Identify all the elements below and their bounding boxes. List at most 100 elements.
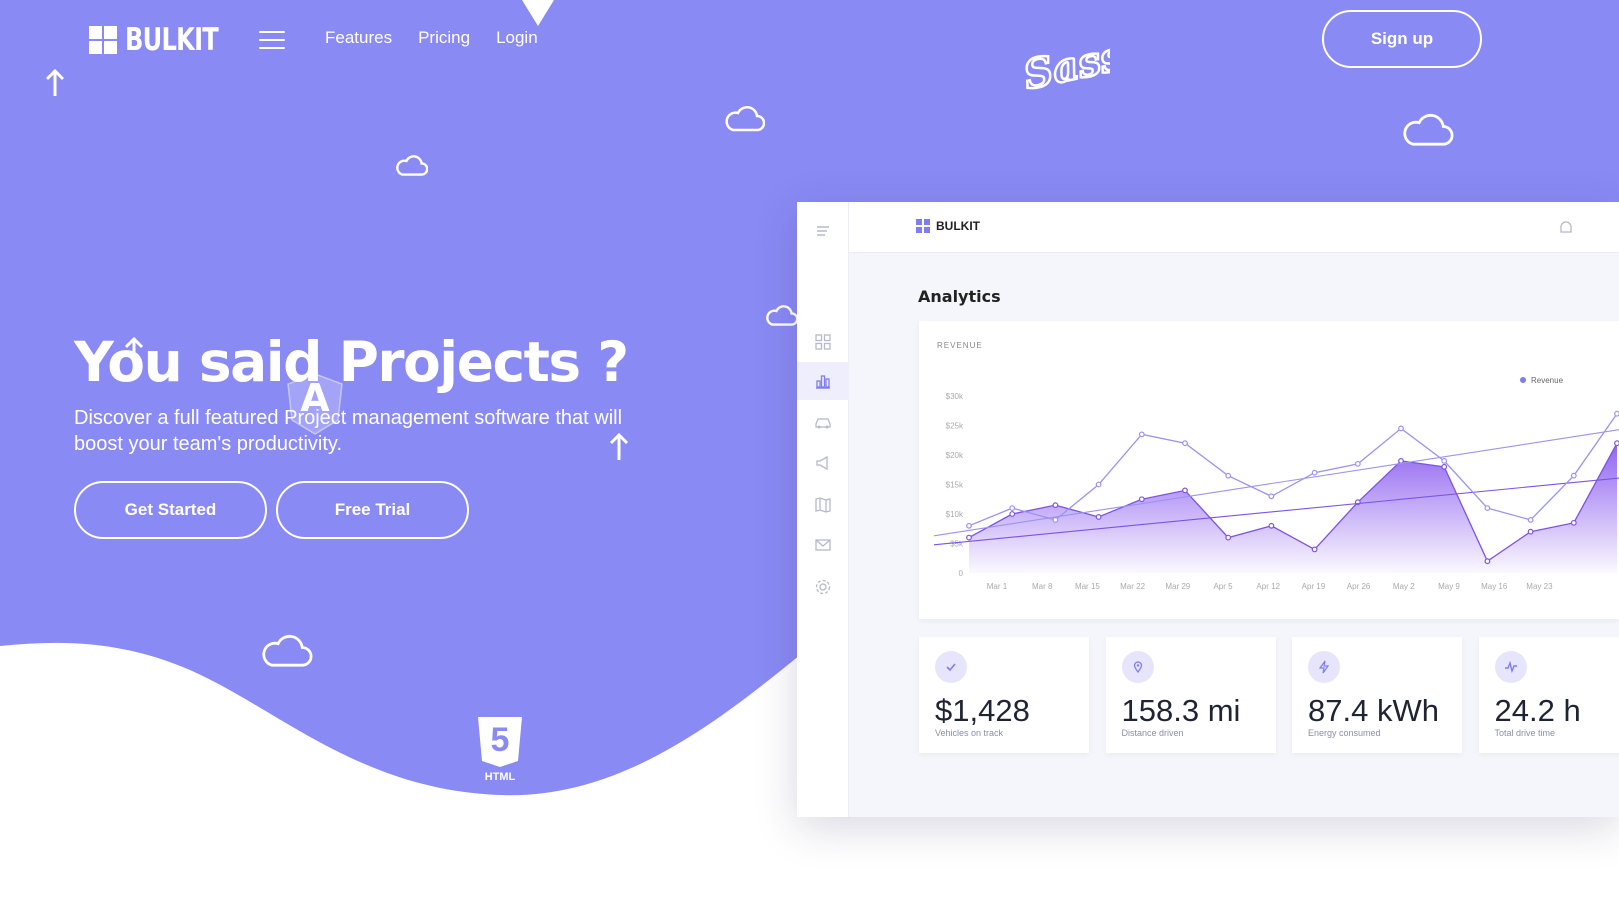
stat-label: Total drive time xyxy=(1494,728,1556,738)
check-icon xyxy=(935,651,967,683)
stat-value: 158.3 mi xyxy=(1121,693,1241,728)
data-point xyxy=(1095,481,1102,488)
dashboard-title: Analytics xyxy=(918,287,1001,306)
data-point xyxy=(1268,493,1275,500)
bell-icon[interactable] xyxy=(1559,220,1573,236)
data-point xyxy=(1052,516,1059,523)
html5-logo: 5 HTML xyxy=(476,717,524,787)
stat-card: 158.3 mi Distance driven xyxy=(1105,637,1276,753)
hero-subtext: Discover a full featured Project managem… xyxy=(74,407,623,455)
cloud-icon xyxy=(396,155,428,176)
y-tick-label: $25k xyxy=(946,422,964,431)
menu-lines-icon[interactable] xyxy=(814,222,832,240)
x-tick-label: Mar 1 xyxy=(987,582,1008,591)
x-tick-label: Mar 15 xyxy=(1075,582,1100,591)
bar-chart-icon[interactable] xyxy=(814,372,832,390)
x-tick-label: May 9 xyxy=(1438,582,1460,591)
data-point xyxy=(1614,410,1619,417)
html5-number: 5 xyxy=(490,721,510,759)
data-point xyxy=(966,522,972,529)
x-tick-label: May 16 xyxy=(1481,582,1508,591)
dashboard-grid-icon[interactable] xyxy=(814,333,832,351)
stat-value: 87.4 kWh xyxy=(1308,693,1439,728)
x-tick-label: Mar 22 xyxy=(1120,582,1145,591)
map-icon[interactable] xyxy=(814,496,832,514)
cloud-icon xyxy=(262,634,313,667)
data-point xyxy=(1095,514,1102,520)
y-tick-label: $5k xyxy=(950,540,964,549)
main-nav: Features Pricing Login xyxy=(325,28,538,48)
x-tick-label: May 2 xyxy=(1393,582,1415,591)
logo-grid-icon xyxy=(89,26,117,54)
brand-logo[interactable]: BULKIT xyxy=(89,22,244,58)
x-tick-label: Apr 5 xyxy=(1213,582,1233,591)
arrow-up-icon xyxy=(45,68,65,96)
y-tick-label: $30k xyxy=(946,392,964,401)
revenue-chart: 0 $5k $10k $15k $20k $25k $30k Mar 1 Mar 8 Mar 15… xyxy=(933,376,1619,591)
map-pin-icon xyxy=(1121,651,1154,683)
mail-icon[interactable] xyxy=(814,536,832,554)
data-point xyxy=(1138,431,1145,438)
data-point xyxy=(1441,463,1448,470)
chevron-down-icon xyxy=(522,0,554,26)
x-tick-label: Mar 29 xyxy=(1165,582,1190,591)
x-tick-label: Apr 19 xyxy=(1302,582,1326,591)
data-point xyxy=(1009,505,1016,512)
stat-label: Energy consumed xyxy=(1308,728,1381,738)
sass-logo: Sass xyxy=(1018,30,1128,100)
stat-value: 24.2 h xyxy=(1494,693,1581,728)
data-point xyxy=(966,534,972,541)
data-point xyxy=(1311,469,1318,476)
dashboard-sidebar xyxy=(797,202,849,817)
y-tick-label: $20k xyxy=(946,451,964,460)
sass-logo-text: Sass xyxy=(1020,32,1110,99)
megaphone-icon[interactable] xyxy=(814,454,832,472)
get-started-button[interactable]: Get Started xyxy=(74,481,267,539)
data-point xyxy=(1311,546,1318,553)
stat-label: Vehicles on track xyxy=(935,728,1004,738)
hero-headline: You said Projects ? xyxy=(74,330,629,394)
x-tick-label: Apr 12 xyxy=(1256,582,1280,591)
brand-name: BULKIT xyxy=(125,22,219,58)
data-point xyxy=(1225,472,1232,479)
cloud-icon xyxy=(1403,113,1454,146)
stat-card: $1,428 Vehicles on track xyxy=(919,637,1089,753)
data-point xyxy=(1441,457,1448,464)
data-point xyxy=(1182,440,1188,447)
hamburger-menu-icon[interactable] xyxy=(259,31,285,49)
stat-label: Distance driven xyxy=(1121,728,1184,738)
dashboard-brand-name: BULKIT xyxy=(936,219,980,233)
car-icon[interactable] xyxy=(814,413,832,431)
revenue-chart-card: REVENUE 0 $5k $10k $15k $20k $25k $30k Mar 1 Mar… xyxy=(919,321,1619,619)
activity-icon xyxy=(1494,651,1527,683)
x-tick-label: Mar 8 xyxy=(1032,582,1053,591)
data-point xyxy=(1570,472,1577,479)
data-point xyxy=(1527,528,1534,535)
data-point xyxy=(1614,440,1619,447)
signup-button[interactable]: Sign up xyxy=(1322,10,1482,68)
stat-value: $1,428 xyxy=(935,693,1030,728)
nav-login-link[interactable]: Login xyxy=(496,28,538,48)
legend-dot xyxy=(1520,377,1526,383)
dashboard-logo-icon xyxy=(916,219,930,233)
data-point xyxy=(1182,487,1188,494)
y-tick-label: 0 xyxy=(959,569,964,578)
data-point xyxy=(1268,522,1275,529)
x-tick-label: May 23 xyxy=(1526,582,1553,591)
nav-features-link[interactable]: Features xyxy=(325,28,392,48)
dashboard-brand: BULKIT xyxy=(916,219,980,233)
y-tick-label: $10k xyxy=(946,510,964,519)
data-point xyxy=(1009,511,1016,517)
free-trial-button[interactable]: Free Trial xyxy=(276,481,469,539)
data-point xyxy=(1527,516,1534,523)
data-point xyxy=(1354,460,1361,467)
data-point xyxy=(1484,505,1491,512)
nav-pricing-link[interactable]: Pricing xyxy=(418,28,470,48)
lightning-icon xyxy=(1308,651,1340,683)
data-point xyxy=(1398,425,1404,432)
trend-line xyxy=(933,429,1619,537)
data-point xyxy=(1052,502,1059,509)
dashboard-preview: BULKIT Analytics REVENUE 0 $5k $10k $15k $20… xyxy=(797,202,1619,817)
gear-icon[interactable] xyxy=(814,578,832,596)
legend-label: Revenue xyxy=(1531,376,1564,385)
